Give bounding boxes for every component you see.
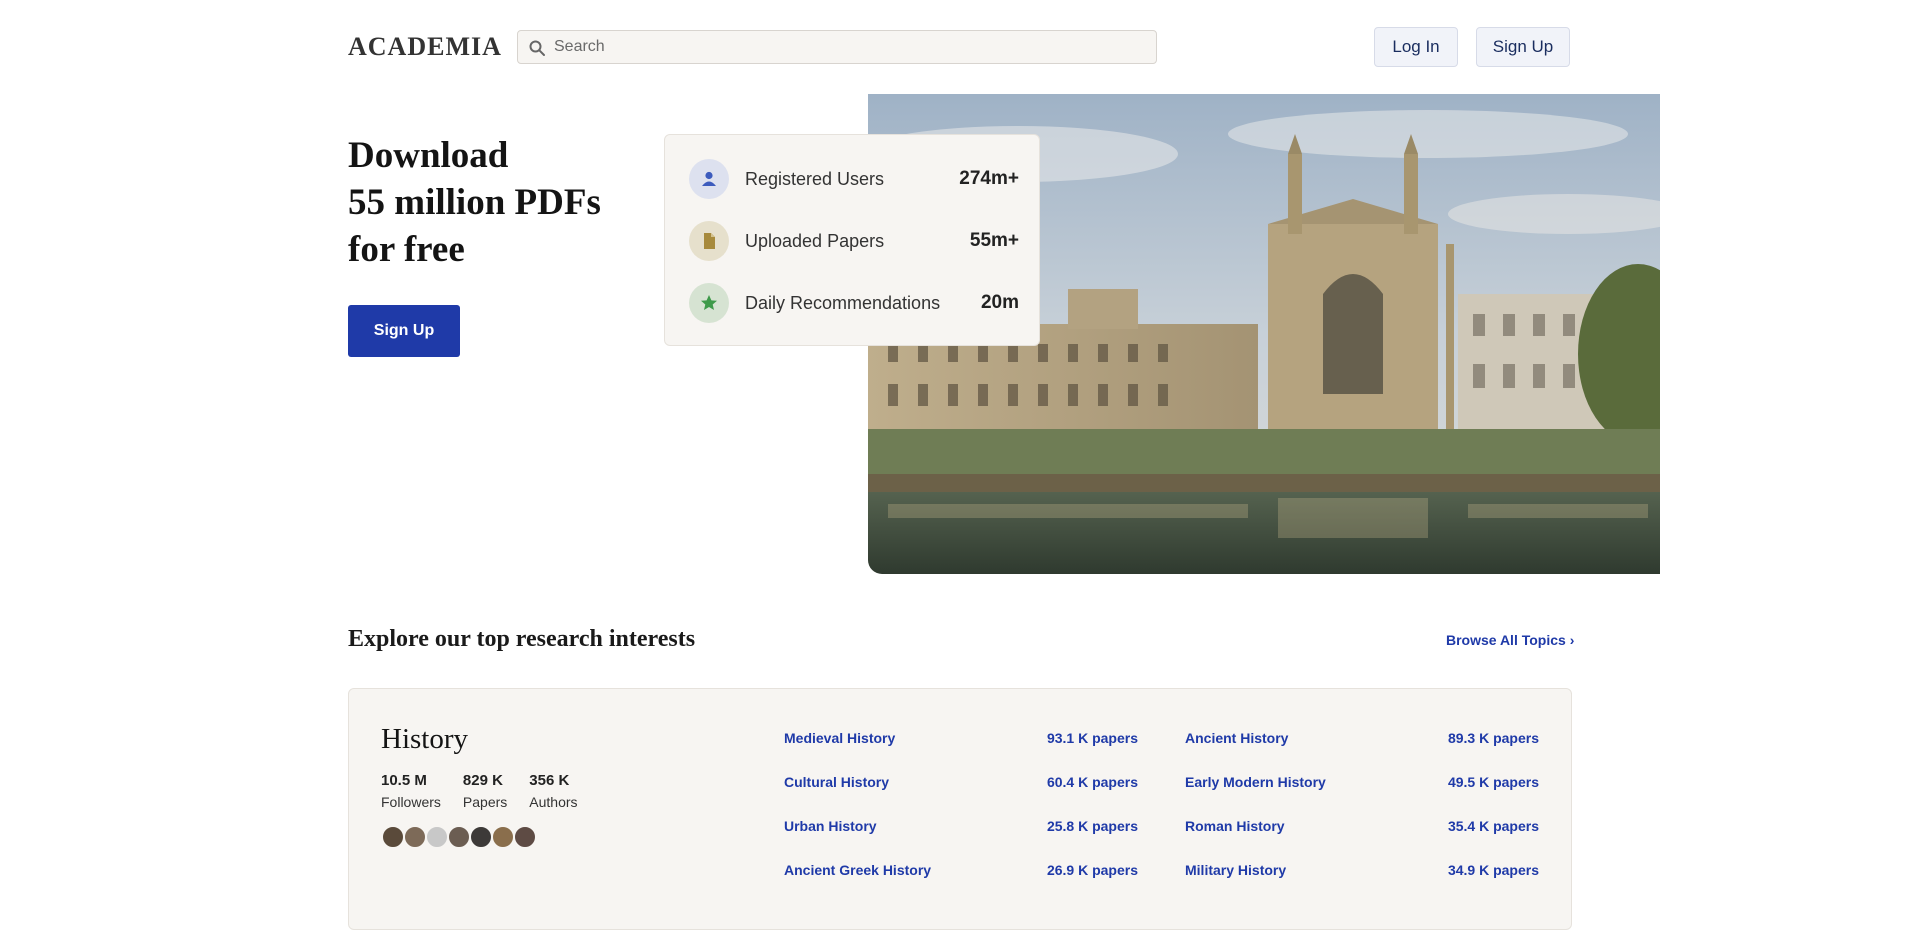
subtopic-count: 25.8 K papers [1046, 818, 1138, 834]
follower-avatars [381, 825, 537, 849]
subtopic-link-ancient-history[interactable]: Ancient History 89.3 K papers [1185, 729, 1539, 755]
subtopic-name: Urban History [784, 818, 877, 834]
search-icon [529, 40, 545, 56]
avatar[interactable] [491, 825, 515, 849]
avatar[interactable] [381, 825, 405, 849]
stat-value: 274m+ [959, 168, 1019, 189]
topic-stat-label: Papers [462, 794, 508, 810]
hero-title-line: 55 million PDFs [348, 182, 601, 223]
browse-all-topics-label: Browse All Topics [1446, 632, 1566, 648]
topic-stat-papers: 829 K Papers [463, 771, 507, 813]
login-button[interactable]: Log In [1374, 27, 1458, 67]
topic-stat-value: 10.5 M [381, 772, 427, 789]
search-input[interactable] [554, 32, 1144, 62]
topic-stat-value: 829 K [462, 772, 503, 789]
subtopic-name: Cultural History [784, 774, 890, 790]
hero-title-line: for free [348, 229, 465, 270]
subtopic-name: Ancient Greek History [784, 862, 932, 878]
subtopic-name: Ancient History [1185, 730, 1289, 746]
subtopic-link-roman-history[interactable]: Roman History 35.4 K papers [1185, 817, 1539, 843]
stat-label: Registered Users [745, 168, 885, 189]
avatar[interactable] [469, 825, 493, 849]
subtopic-count: 26.9 K papers [1046, 862, 1138, 878]
subtopic-name: Medieval History [784, 730, 896, 746]
subtopic-name: Roman History [1185, 818, 1285, 834]
subtopic-link-ancient-greek-history[interactable]: Ancient Greek History 26.9 K papers [784, 861, 1138, 887]
topic-card-history: History 10.5 M Followers 829 K Papers 35… [348, 688, 1572, 930]
stat-value: 55m+ [969, 230, 1019, 251]
subtopic-link-military-history[interactable]: Military History 34.9 K papers [1185, 861, 1539, 887]
stat-row-uploaded-papers: Uploaded Papers 55m+ [689, 218, 1019, 264]
stats-card: Registered Users 274m+ Uploaded Papers 5… [664, 134, 1040, 346]
stat-row-registered-users: Registered Users 274m+ [689, 156, 1019, 202]
topic-stat-label: Authors [529, 794, 578, 810]
subtopics-column-1: Medieval History 93.1 K papers Cultural … [784, 729, 1138, 905]
header-signup-button[interactable]: Sign Up [1476, 27, 1570, 67]
topic-stat-followers: 10.5 M Followers [381, 771, 441, 813]
avatar[interactable] [513, 825, 537, 849]
document-icon [689, 221, 729, 261]
subtopic-name: Early Modern History [1185, 774, 1326, 790]
stat-row-daily-recommendations: Daily Recommendations 20m [689, 280, 1019, 326]
topic-stats: 10.5 M Followers 829 K Papers 356 K Auth… [381, 771, 578, 813]
subtopics-column-2: Ancient History 89.3 K papers Early Mode… [1185, 729, 1539, 905]
avatar[interactable] [447, 825, 471, 849]
avatar[interactable] [403, 825, 427, 849]
subtopic-count: 89.3 K papers [1447, 730, 1539, 746]
hero-signup-button[interactable]: Sign Up [348, 305, 460, 357]
stat-label: Uploaded Papers [745, 230, 885, 251]
user-icon [689, 159, 729, 199]
topic-name-link[interactable]: History [381, 723, 468, 756]
avatar[interactable] [425, 825, 449, 849]
stat-value: 20m [980, 292, 1019, 313]
subtopic-link-cultural-history[interactable]: Cultural History 60.4 K papers [784, 773, 1138, 799]
topic-stat-value: 356 K [529, 772, 570, 789]
subtopic-count: 60.4 K papers [1046, 774, 1138, 790]
academia-logo[interactable]: ACADEMIA [348, 34, 502, 60]
search-box[interactable] [517, 30, 1157, 64]
subtopic-count: 35.4 K papers [1447, 818, 1539, 834]
topic-stat-authors: 356 K Authors [529, 771, 577, 813]
browse-all-topics-link[interactable]: Browse All Topics › [1446, 632, 1574, 648]
subtopic-count: 34.9 K papers [1447, 862, 1539, 878]
chevron-right-icon: › [1569, 632, 1575, 648]
subtopic-link-urban-history[interactable]: Urban History 25.8 K papers [784, 817, 1138, 843]
subtopic-link-early-modern-history[interactable]: Early Modern History 49.5 K papers [1185, 773, 1539, 799]
star-icon [689, 283, 729, 323]
hero-title: Download 55 million PDFs for free [348, 132, 668, 273]
hero-title-line: Download [348, 135, 509, 176]
subtopic-count: 93.1 K papers [1046, 730, 1138, 746]
subtopic-name: Military History [1185, 862, 1287, 878]
topic-stat-label: Followers [381, 794, 441, 810]
stat-label: Daily Recommendations [745, 292, 941, 313]
subtopic-count: 49.5 K papers [1447, 774, 1539, 790]
subtopic-link-medieval-history[interactable]: Medieval History 93.1 K papers [784, 729, 1138, 755]
explore-title: Explore our top research interests [348, 626, 696, 652]
